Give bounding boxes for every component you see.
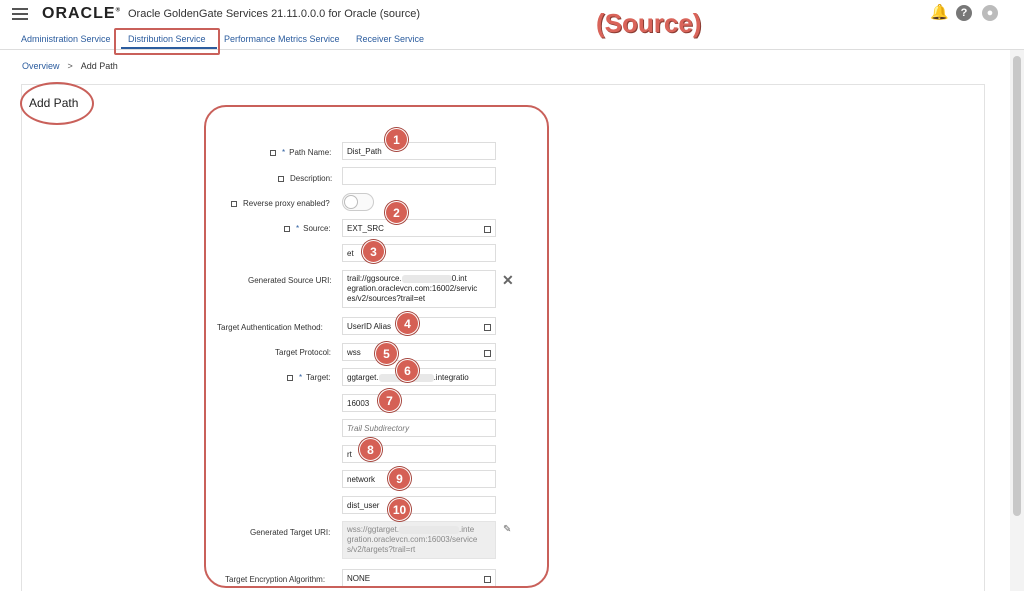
top-bar: ORACLE® Oracle GoldenGate Services 21.11… <box>0 0 1024 38</box>
step-badge-6: 6 <box>396 359 419 382</box>
oracle-logo: ORACLE® <box>42 5 121 22</box>
tab-performance-metrics-service[interactable]: Performance Metrics Service <box>224 34 340 44</box>
tab-highlight-annotation <box>114 28 220 55</box>
title-highlight-annotation <box>20 82 94 125</box>
step-badge-2: 2 <box>385 201 408 224</box>
breadcrumb-separator: > <box>67 61 73 71</box>
user-avatar-icon[interactable]: ● <box>982 5 998 21</box>
scrollbar-thumb[interactable] <box>1013 56 1021 516</box>
step-badge-10: 10 <box>388 498 411 521</box>
bell-icon[interactable]: 🔔 <box>930 5 949 21</box>
tab-receiver-service[interactable]: Receiver Service <box>356 34 424 44</box>
help-icon[interactable]: ? <box>956 5 972 21</box>
app-title: Oracle GoldenGate Services 21.11.0.0.0 f… <box>128 8 421 20</box>
step-badge-9: 9 <box>388 467 411 490</box>
breadcrumb-overview-link[interactable]: Overview <box>22 61 60 71</box>
step-badge-7: 7 <box>378 389 401 412</box>
breadcrumb-current: Add Path <box>80 61 118 71</box>
tab-administration-service[interactable]: Administration Service <box>21 34 111 44</box>
breadcrumb: Overview > Add Path <box>22 61 118 71</box>
step-badge-1: 1 <box>385 128 408 151</box>
step-badge-8: 8 <box>359 438 382 461</box>
step-badge-3: 3 <box>362 240 385 263</box>
step-badge-4: 4 <box>396 312 419 335</box>
top-icons: 🔔 ? ● <box>930 5 998 21</box>
step-badge-5: 5 <box>375 342 398 365</box>
hamburger-menu-icon[interactable] <box>12 8 28 20</box>
